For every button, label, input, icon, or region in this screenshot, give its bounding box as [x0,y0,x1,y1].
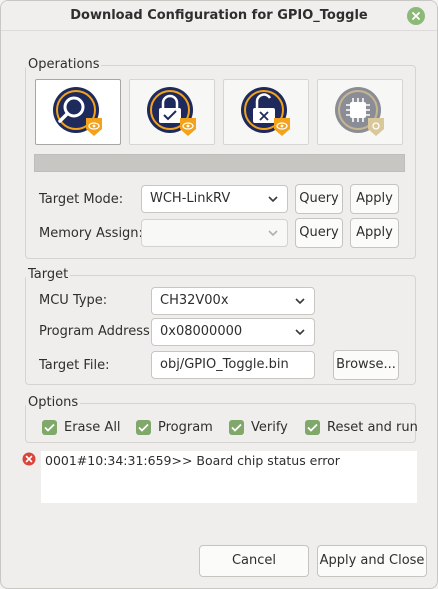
query-chip-button[interactable] [35,79,121,145]
checkmark-icon [136,419,151,435]
cancel-button[interactable]: Cancel [199,545,309,577]
download-config-dialog: Download Configuration for GPIO_Toggle O… [0,0,438,589]
erase-all-checkbox[interactable]: Erase All [42,419,121,435]
chip-protect-button[interactable] [317,79,403,145]
target-group-label: Target [26,267,71,282]
unlock-chip-button[interactable] [223,79,309,145]
chevron-down-icon [268,196,278,203]
program-label: Program [158,419,213,435]
title-bar: Download Configuration for GPIO_Toggle [1,1,437,31]
program-address-select[interactable]: 0x08000000 [151,318,315,346]
apply-and-close-button[interactable]: Apply and Close [317,545,427,577]
apply-memory-button[interactable]: Apply [350,218,399,248]
program-checkbox[interactable]: Program [136,419,213,435]
query-memory-button[interactable]: Query [295,218,343,248]
verify-label: Verify [251,419,288,435]
chevron-down-icon [295,329,305,336]
query-chip-icon [53,87,102,136]
chip-protect-icon [335,87,384,136]
error-icon [22,452,36,466]
unlock-chip-icon [241,87,290,136]
program-address-label: Program Address: [39,324,155,339]
memory-assign-label: Memory Assign: [39,226,143,241]
checkmark-icon [305,419,320,435]
reset-and-run-label: Reset and run [327,419,418,435]
memory-assign-select[interactable] [141,219,288,247]
log-output[interactable]: 0001#10:34:31:659>> Board chip status er… [41,451,417,503]
target-mode-value: WCH-LinkRV [150,191,231,206]
reset-and-run-checkbox[interactable]: Reset and run [305,419,418,435]
mcu-type-select[interactable]: CH32V00x [151,287,315,315]
log-line: 0001#10:34:31:659>> Board chip status er… [45,453,340,468]
chevron-down-icon [295,298,305,305]
apply-mode-button[interactable]: Apply [350,184,399,214]
checkmark-icon [42,419,57,435]
target-file-input[interactable]: obj/GPIO_Toggle.bin [151,351,315,379]
target-mode-select[interactable]: WCH-LinkRV [141,185,288,213]
mcu-type-label: MCU Type: [39,293,108,308]
verify-checkbox[interactable]: Verify [229,419,288,435]
program-address-value: 0x08000000 [160,324,243,339]
close-icon [412,12,420,20]
browse-button[interactable]: Browse... [333,350,399,380]
close-button[interactable] [407,7,425,25]
window-title: Download Configuration for GPIO_Toggle [70,8,368,23]
options-group-label: Options [26,395,81,410]
chevron-down-icon [268,230,278,237]
lock-chip-button[interactable] [129,79,215,145]
operation-progress-bar [34,154,405,172]
target-file-label: Target File: [39,358,110,373]
target-mode-label: Target Mode: [39,192,124,207]
erase-all-label: Erase All [64,419,121,435]
query-mode-button[interactable]: Query [295,184,343,214]
lock-chip-icon [147,87,196,136]
mcu-type-value: CH32V00x [160,293,229,308]
operations-group-label: Operations [26,57,102,72]
checkmark-icon [229,419,244,435]
